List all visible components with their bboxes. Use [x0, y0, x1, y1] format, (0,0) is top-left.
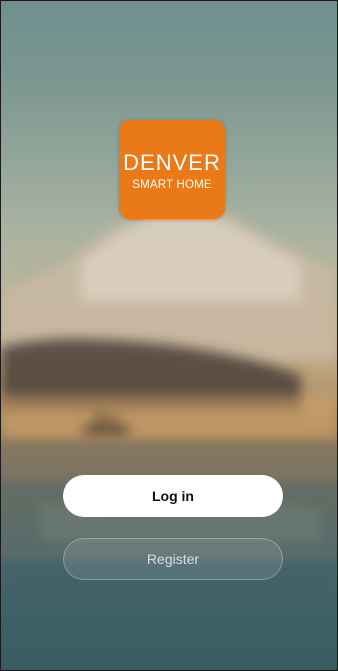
register-button[interactable]: Register	[63, 538, 283, 580]
logo-subtitle-text: SMART HOME	[132, 179, 212, 192]
welcome-screen: DENVER SMART HOME Log in Register	[0, 0, 338, 671]
logo-brand-text: DENVER	[123, 150, 221, 176]
app-logo: DENVER SMART HOME	[119, 119, 225, 219]
login-button[interactable]: Log in	[63, 475, 283, 517]
